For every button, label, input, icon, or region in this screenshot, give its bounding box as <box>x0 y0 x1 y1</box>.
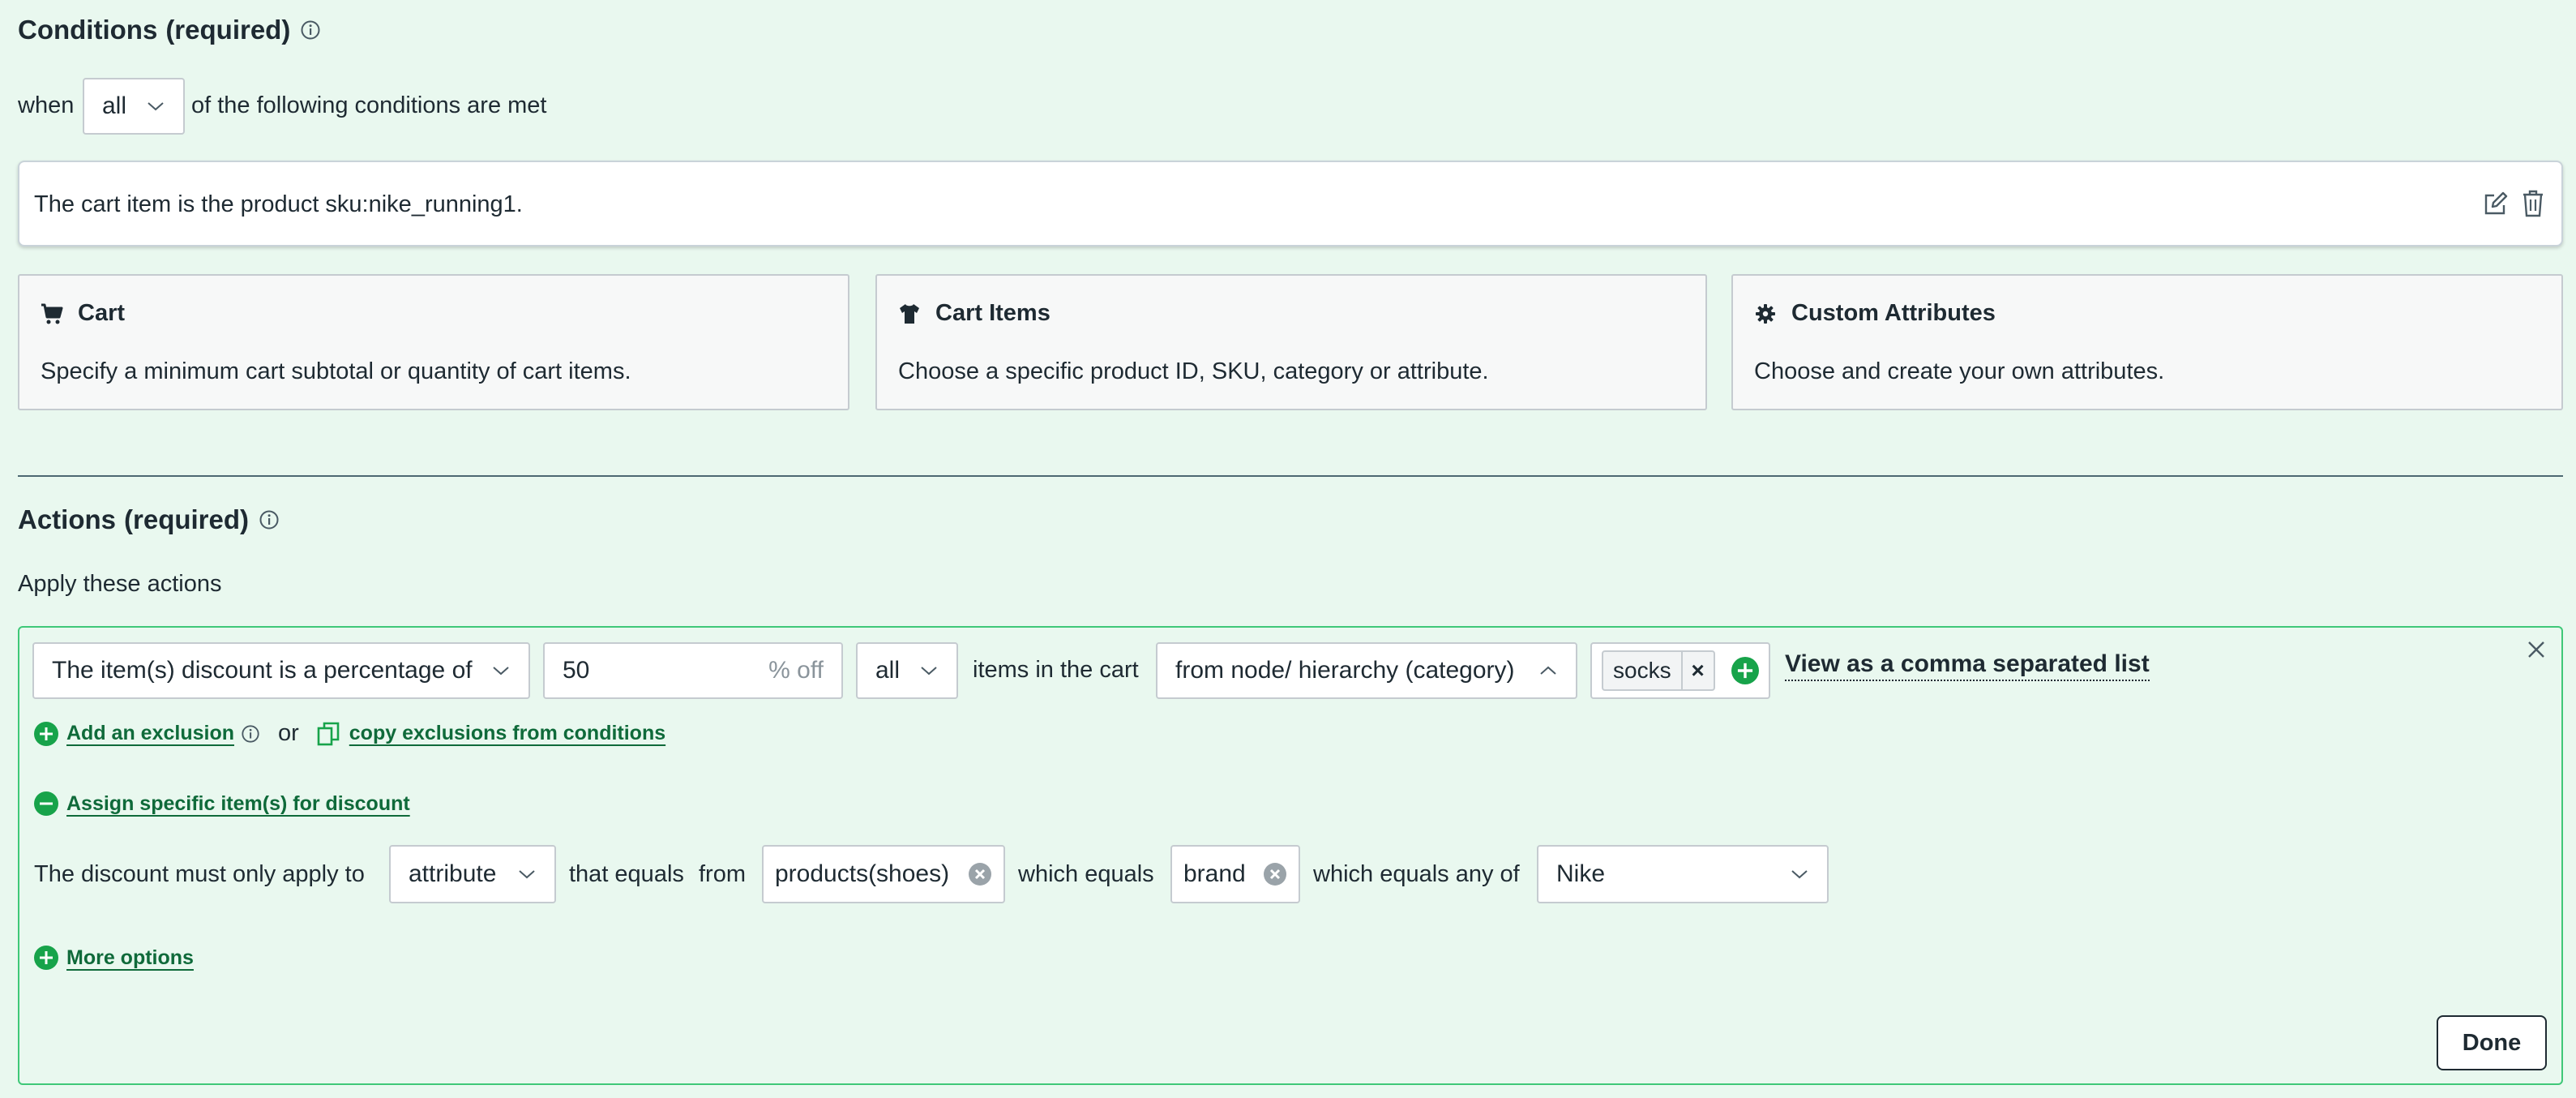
actions-required: (required) <box>124 504 250 534</box>
add-exclusion-link[interactable]: Add an exclusion <box>66 722 234 745</box>
plus-circle-icon[interactable] <box>34 946 58 970</box>
match-select[interactable]: all <box>83 78 185 135</box>
edit-icon[interactable] <box>2482 191 2508 217</box>
scope-value: from node/ hierarchy (category) <box>1175 657 1515 684</box>
discount-type-value: The item(s) discount is a percentage of <box>52 657 473 684</box>
exclusion-row: Add an exclusion or copy exclusions from… <box>34 720 665 747</box>
close-icon[interactable] <box>2526 639 2547 660</box>
items-quantifier-value: all <box>875 657 901 684</box>
more-options-row: More options <box>34 946 194 970</box>
minus-circle-icon[interactable] <box>34 791 58 816</box>
shirt-icon <box>900 303 919 324</box>
socks-tag: socks × <box>1602 650 1715 691</box>
from-chip-field[interactable]: products(shoes) <box>762 845 1005 903</box>
which-equals-label: which equals <box>1018 861 1154 887</box>
copy-icon[interactable] <box>317 722 340 746</box>
cart-items-option-description: Choose a specific product ID, SKU, categ… <box>898 358 1489 384</box>
custom-attributes-option-card[interactable]: Custom Attributes Choose and create your… <box>1731 274 2563 410</box>
any-of-value: Nike <box>1556 860 1606 887</box>
more-options-link[interactable]: More options <box>66 946 194 970</box>
chevron-down-icon <box>1791 870 1808 879</box>
discount-type-select[interactable]: The item(s) discount is a percentage of <box>32 642 530 699</box>
which-chip-label: brand <box>1183 860 1246 887</box>
apply-to-label: The discount must only apply to <box>34 861 365 887</box>
info-icon[interactable] <box>300 19 321 41</box>
apply-actions-label: Apply these actions <box>18 571 222 597</box>
gear-icon <box>1756 303 1775 324</box>
assign-items-row: Assign specific item(s) for discount <box>34 791 410 816</box>
discount-value-input[interactable]: 50 % off <box>543 642 843 699</box>
chevron-down-icon <box>921 667 937 676</box>
clear-circle-icon[interactable] <box>968 862 992 886</box>
apply-to-select[interactable]: attribute <box>389 845 556 903</box>
that-equals-label: that equals <box>569 861 684 887</box>
apply-to-value: attribute <box>409 860 497 887</box>
chevron-down-icon <box>493 667 509 676</box>
actions-heading: Actions (required) <box>18 504 280 535</box>
following-label: of the following conditions are met <box>191 92 547 118</box>
or-label: or <box>277 720 299 746</box>
items-in-cart-label: items in the cart <box>973 657 1139 683</box>
custom-attributes-option-description: Choose and create your own attributes. <box>1754 358 2165 384</box>
cart-option-title-row: Cart <box>41 300 125 327</box>
assign-items-link[interactable]: Assign specific item(s) for discount <box>66 792 410 816</box>
cart-option-description: Specify a minimum cart subtotal or quant… <box>41 358 631 384</box>
conditions-required: (required) <box>165 15 291 45</box>
any-of-select[interactable]: Nike <box>1537 845 1829 903</box>
action-panel: The item(s) discount is a percentage of … <box>18 626 2563 1085</box>
add-tag-plus-icon[interactable] <box>1731 657 1759 684</box>
from-chip-label: products(shoes) <box>775 860 950 887</box>
clear-circle-icon[interactable] <box>1263 862 1287 886</box>
conditions-heading: Conditions (required) <box>18 15 321 45</box>
cart-items-option-title-row: Cart Items <box>898 300 1051 327</box>
view-comma-list-link[interactable]: View as a comma separated list <box>1785 650 2150 681</box>
conditions-title: Conditions <box>18 15 158 45</box>
cart-icon <box>41 303 63 324</box>
discount-value: 50 <box>563 657 590 684</box>
cart-items-option-card[interactable]: Cart Items Choose a specific product ID,… <box>875 274 1707 410</box>
cart-option-card[interactable]: Cart Specify a minimum cart subtotal or … <box>18 274 849 410</box>
cart-option-title: Cart <box>78 300 126 326</box>
add-exclusion-plus-icon[interactable] <box>34 721 58 746</box>
custom-attributes-option-title-row: Custom Attributes <box>1754 300 1996 327</box>
scope-select[interactable]: from node/ hierarchy (category) <box>1156 642 1577 699</box>
done-button[interactable]: Done <box>2437 1015 2547 1070</box>
condition-rule-text: The cart item is the product sku:nike_ru… <box>34 191 523 217</box>
condition-rule-card: The cart item is the product sku:nike_ru… <box>18 161 2563 247</box>
section-divider <box>18 475 2563 477</box>
info-icon[interactable] <box>241 724 260 744</box>
discount-suffix: % off <box>768 657 824 684</box>
when-label: when <box>18 92 75 118</box>
actions-title: Actions <box>18 504 117 534</box>
cart-items-option-title: Cart Items <box>935 300 1051 326</box>
socks-tag-label: socks <box>1613 658 1671 683</box>
any-of-label: which equals any of <box>1313 861 1520 887</box>
trash-icon[interactable] <box>2521 190 2545 217</box>
copy-exclusions-link[interactable]: copy exclusions from conditions <box>349 722 665 745</box>
category-tag-input[interactable]: socks × <box>1590 642 1770 699</box>
match-select-value: all <box>102 92 127 119</box>
chevron-down-icon <box>519 870 535 879</box>
from-label: from <box>699 861 746 887</box>
info-icon[interactable] <box>259 509 280 530</box>
custom-attributes-option-title: Custom Attributes <box>1791 300 1996 326</box>
items-quantifier-select[interactable]: all <box>856 642 958 699</box>
which-chip-field[interactable]: brand <box>1170 845 1300 903</box>
chevron-down-icon <box>148 102 164 111</box>
tag-remove-button[interactable]: × <box>1680 652 1714 689</box>
chevron-up-icon <box>1540 666 1556 675</box>
